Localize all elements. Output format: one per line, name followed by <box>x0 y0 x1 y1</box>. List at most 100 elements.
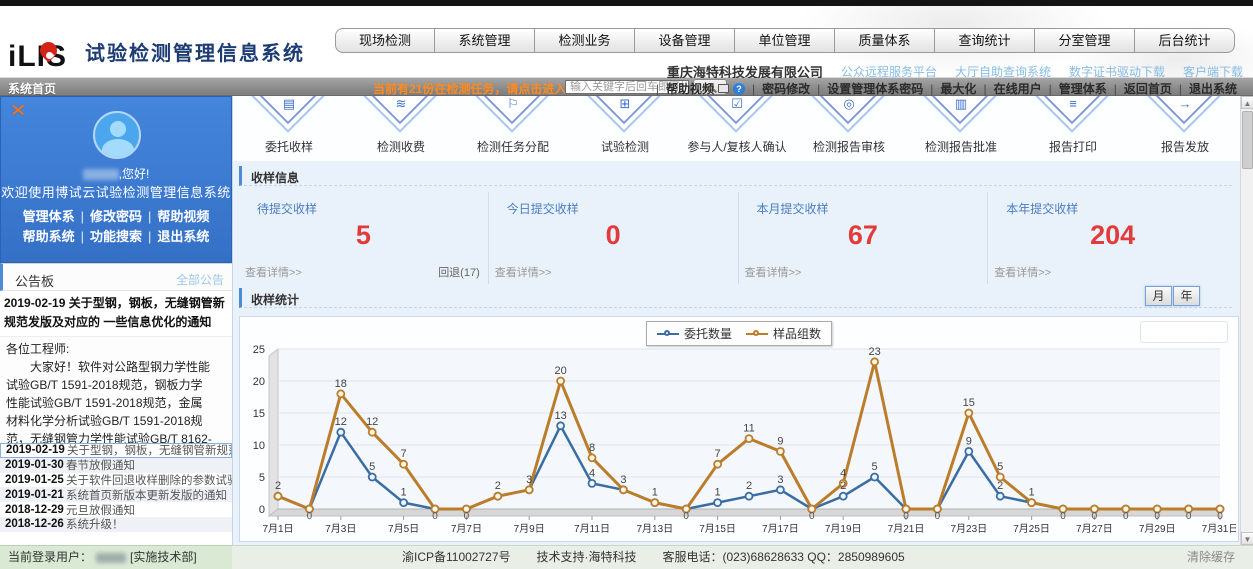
footer: 渝ICP备11002727号 技术支持·海特科技 客服电话：(023)68628… <box>232 545 1253 569</box>
nav-tab-testing-business[interactable]: 检测业务 <box>535 28 635 53</box>
quick-link-help-video[interactable]: 帮助视频 <box>157 209 209 224</box>
svg-text:7月9日: 7月9日 <box>514 523 545 535</box>
notice-body-line: 各位工程师: <box>6 340 212 358</box>
clear-cache-link[interactable]: 清除缓存 <box>1187 546 1235 568</box>
legend-item-commissions[interactable]: 委托数量 <box>657 325 732 342</box>
username-redacted <box>83 169 119 180</box>
notice-row[interactable]: 2018-12-26 系统升级！ <box>0 517 232 532</box>
svg-text:7月3日: 7月3日 <box>325 523 356 535</box>
workflow-item-report-approve[interactable]: ▥ 检测报告批准 <box>905 96 1017 162</box>
stat-detail-link[interactable]: 查看详情>> <box>495 264 552 280</box>
nav-tab-unit-mgmt[interactable]: 单位管理 <box>735 28 835 53</box>
nav-tab-field-testing[interactable]: 现场检测 <box>335 28 435 53</box>
toolbar-link-quality-system[interactable]: 管理体系 <box>1059 80 1107 97</box>
month-button[interactable]: 月 <box>1145 286 1172 306</box>
notice-row[interactable]: 2019-01-25 关于软件回退收样删除的参数试验数据 <box>0 473 232 488</box>
svg-text:1: 1 <box>652 487 658 499</box>
stat-detail-link[interactable]: 查看详情>> <box>245 264 302 280</box>
notice-title-text: 关于软件回退收样删除的参数试验数据 <box>66 473 232 488</box>
workflow-label: 报告打印 <box>1017 138 1129 155</box>
toolbar-link-maximize[interactable]: 最大化 <box>940 80 976 97</box>
notice-row[interactable]: 2018-12-29 元旦放假通知 <box>0 502 232 517</box>
chart-legend: 委托数量 样品组数 <box>646 321 832 346</box>
toolbar-link-logout[interactable]: 退出系统 <box>1189 80 1237 97</box>
svg-text:5: 5 <box>872 461 878 473</box>
workflow-label: 检测报告审核 <box>793 138 905 155</box>
svg-text:23: 23 <box>868 346 880 358</box>
svg-text:0: 0 <box>307 511 313 522</box>
nav-tab-room-mgmt[interactable]: 分室管理 <box>1035 28 1135 53</box>
notice-row[interactable]: 2019-01-30 春节放假通知 <box>0 458 232 473</box>
clipboard-icon: ▤ <box>233 96 345 112</box>
notice-headline[interactable]: 2019-02-19 关于型钢，钢板，无缝钢管新规范发版及对应的 一些信息优化的… <box>0 291 232 335</box>
stat-card-month: 本月提交收样 67 查看详情>> <box>739 192 989 284</box>
separator: | <box>752 82 755 96</box>
svg-text:7: 7 <box>401 448 407 460</box>
year-button[interactable]: 年 <box>1173 286 1200 306</box>
stat-detail-link[interactable]: 查看详情>> <box>994 264 1051 280</box>
all-notices-link[interactable]: 全部公告 <box>176 271 224 288</box>
main-scrollbar[interactable]: ▲ ▼ <box>1240 96 1253 545</box>
toolbar-link-change-password[interactable]: 密码修改 <box>762 80 810 97</box>
workflow-item-task-assign[interactable]: ⚐ 检测任务分配 <box>457 96 569 162</box>
notice-title-text: 关于型钢，钢板，无缝钢管新规范发版 <box>67 443 231 458</box>
printer-icon[interactable] <box>718 84 729 93</box>
workflow-item-lab-test[interactable]: ⊞ 试验检测 <box>569 96 681 162</box>
nav-tab-backend-stats[interactable]: 后台统计 <box>1135 28 1235 53</box>
notice-body: 各位工程师: 大家好！软件对公路型钢力学性能试验GB/T 1591-2018规范… <box>0 336 232 443</box>
nav-tab-query-stats[interactable]: 查询统计 <box>935 28 1035 53</box>
scroll-down-icon[interactable]: ▼ <box>1241 532 1253 545</box>
nav-tab-quality-system[interactable]: 质量体系 <box>835 28 935 53</box>
stat-card-pending: 待提交收样 5 查看详情>> 回退(17) <box>239 192 489 284</box>
stat-detail-link[interactable]: 查看详情>> <box>745 264 802 280</box>
stat-label: 今日提交收样 <box>507 200 579 217</box>
separator: | <box>983 82 986 96</box>
scroll-up-icon[interactable]: ▲ <box>1241 96 1253 109</box>
svg-text:0: 0 <box>1092 511 1098 522</box>
toolbar-link-help-video[interactable]: 帮助视频 <box>666 80 714 97</box>
notice-row[interactable]: 2019-01-21 系统首页新版本更新发版的通知 <box>0 487 232 502</box>
workflow-label: 委托收样 <box>233 138 345 155</box>
toolbar-link-return-home[interactable]: 返回首页 <box>1124 80 1172 97</box>
help-icon[interactable]: ? <box>733 83 745 95</box>
toolbar-link-set-qs-password[interactable]: 设置管理体系密码 <box>827 80 923 97</box>
svg-text:2: 2 <box>495 480 501 492</box>
quick-link-quality-system[interactable]: 管理体系 <box>23 209 75 224</box>
legend-item-sample-groups[interactable]: 样品组数 <box>746 325 821 342</box>
svg-text:3: 3 <box>777 474 783 486</box>
user-greeting: ,您好! <box>1 165 231 182</box>
nav-tab-system-mgmt[interactable]: 系统管理 <box>435 28 535 53</box>
svg-text:7月17日: 7月17日 <box>762 523 799 535</box>
stat-return-link[interactable]: 回退(17) <box>438 264 480 280</box>
svg-text:12: 12 <box>335 416 347 428</box>
task-alert[interactable]: 当前有21份在检测任务，请点击进入 <box>373 80 566 97</box>
workflow-item-report-print[interactable]: ≡ 报告打印 <box>1017 96 1129 162</box>
close-icon[interactable]: ✕ <box>10 101 27 121</box>
svg-text:10: 10 <box>253 440 265 452</box>
svg-text:7月29日: 7月29日 <box>1139 523 1176 535</box>
svg-text:5: 5 <box>997 461 1003 473</box>
workflow-item-reviewer-confirm[interactable]: ☑ 参与人/复核人确认 <box>681 96 793 162</box>
workflow-item-report-review[interactable]: ◎ 检测报告审核 <box>793 96 905 162</box>
main-scrollbar-thumb[interactable] <box>1242 111 1253 169</box>
quick-link-help-system[interactable]: 帮助系统 <box>23 229 75 244</box>
nav-tab-equipment-mgmt[interactable]: 设备管理 <box>635 28 735 53</box>
svg-text:1: 1 <box>401 487 407 499</box>
workflow-item-test-fee[interactable]: ≋ 检测收费 <box>345 96 457 162</box>
footer-icp: 渝ICP备11002727号 <box>402 546 511 568</box>
magnifier-icon: ◎ <box>793 96 905 112</box>
svg-text:9: 9 <box>966 435 972 447</box>
avatar-body <box>102 139 134 159</box>
notice-row[interactable]: 2019-02-19 关于型钢，钢板，无缝钢管新规范发版 <box>0 443 232 458</box>
workflow-item-sample-receive[interactable]: ▤ 委托收样 <box>233 96 345 162</box>
quick-link-change-password[interactable]: 修改密码 <box>90 209 142 224</box>
fee-icon: ≋ <box>345 96 457 112</box>
workflow-item-report-issue[interactable]: → 报告发放 <box>1129 96 1241 162</box>
quick-link-logout[interactable]: 退出系统 <box>157 229 209 244</box>
home-label[interactable]: 系统首页 <box>8 80 56 97</box>
stat-value: 5 <box>239 220 488 251</box>
quick-link-function-search[interactable]: 功能搜索 <box>90 229 142 244</box>
separator: | <box>817 82 820 96</box>
toolbar-link-online-users[interactable]: 在线用户 <box>994 80 1042 97</box>
svg-text:0: 0 <box>432 511 438 522</box>
